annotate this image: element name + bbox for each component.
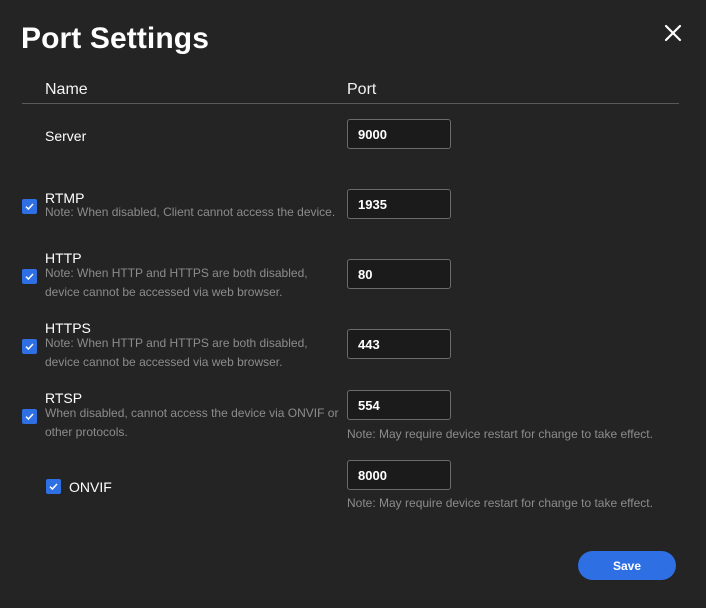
server-label: Server xyxy=(45,128,87,144)
http-note-line-1: Note: When HTTP and HTTPS are both disab… xyxy=(45,266,308,280)
rtsp-port-note: Note: May require device restart for cha… xyxy=(347,427,653,441)
save-button[interactable]: Save xyxy=(578,551,676,580)
rtmp-port-input[interactable] xyxy=(347,189,451,219)
https-note-line-1: Note: When HTTP and HTTPS are both disab… xyxy=(45,336,308,350)
check-icon xyxy=(25,343,34,351)
https-checkbox[interactable] xyxy=(22,339,37,354)
check-icon xyxy=(25,273,34,281)
onvif-port-input[interactable] xyxy=(347,460,451,490)
rtmp-note-line-1: Note: When disabled, Client cannot acces… xyxy=(45,205,336,219)
rtsp-port-input[interactable] xyxy=(347,390,451,420)
rtsp-checkbox[interactable] xyxy=(22,409,37,424)
check-icon xyxy=(49,483,58,491)
port-settings-dialog: Port Settings Name Port Server RTMP Note… xyxy=(0,0,706,608)
rtsp-note-line-1: When disabled, cannot access the device … xyxy=(45,406,339,420)
close-icon[interactable] xyxy=(662,22,684,44)
onvif-port-note: Note: May require device restart for cha… xyxy=(347,496,653,510)
https-port-input[interactable] xyxy=(347,329,451,359)
rtmp-checkbox[interactable] xyxy=(22,199,37,214)
http-port-input[interactable] xyxy=(347,259,451,289)
onvif-checkbox[interactable] xyxy=(46,479,61,494)
column-header-port: Port xyxy=(347,81,377,98)
check-icon xyxy=(25,203,34,211)
onvif-label: ONVIF xyxy=(69,479,112,495)
column-header-name: Name xyxy=(45,81,88,98)
server-port-input[interactable] xyxy=(347,119,451,149)
https-note-line-2: device cannot be accessed via web browse… xyxy=(45,355,283,369)
header-divider xyxy=(22,103,679,104)
dialog-title: Port Settings xyxy=(21,22,209,55)
check-icon xyxy=(25,413,34,421)
http-note-line-2: device cannot be accessed via web browse… xyxy=(45,285,283,299)
http-checkbox[interactable] xyxy=(22,269,37,284)
rtsp-note-line-2: other protocols. xyxy=(45,425,128,439)
